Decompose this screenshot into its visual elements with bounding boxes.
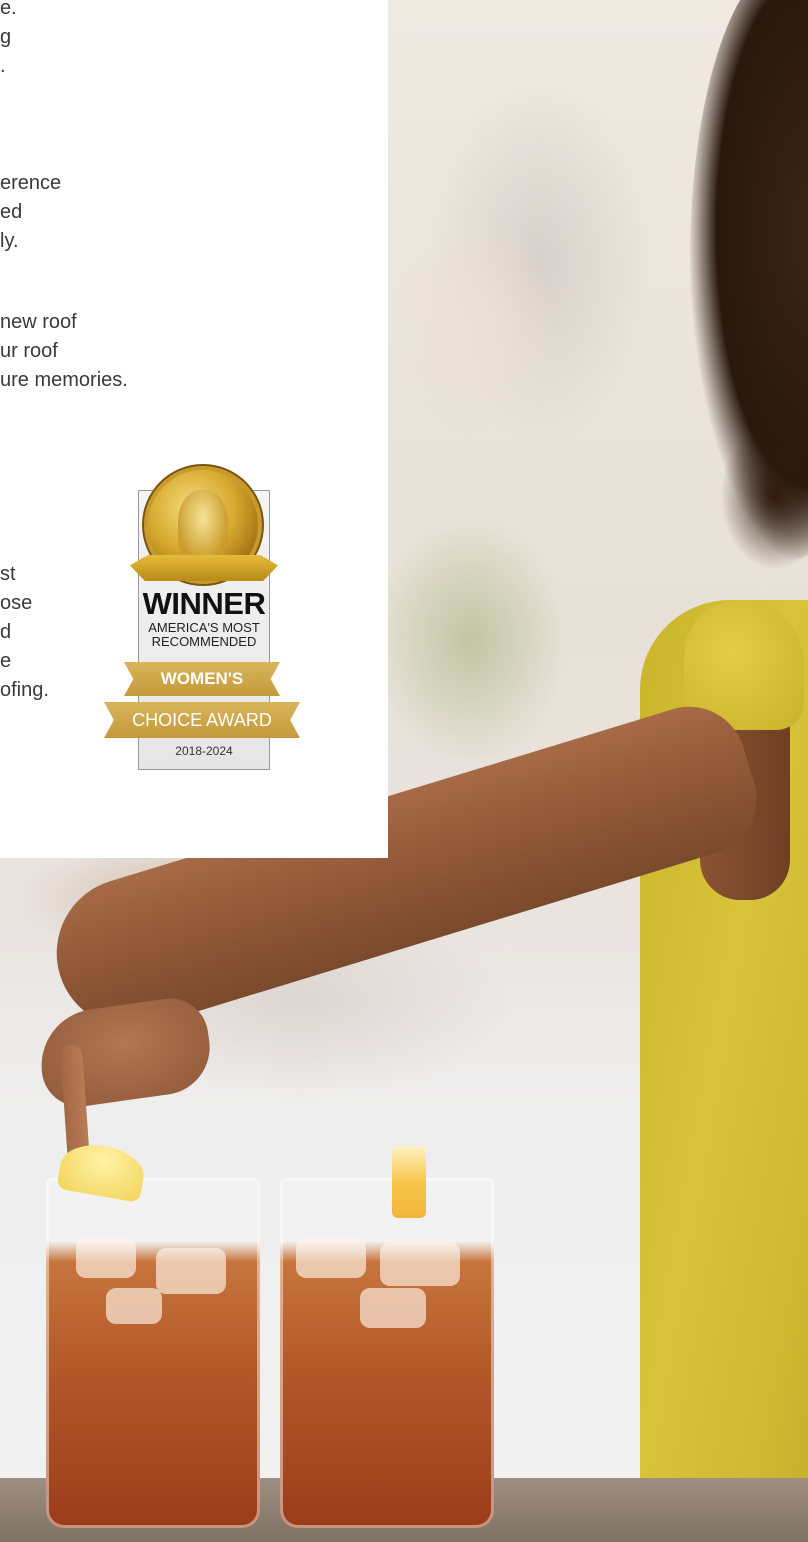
iced-tea-glass-left — [46, 1178, 260, 1528]
award-years: 2018-2024 — [175, 744, 233, 758]
award-ribbon-text-1: WOMEN'S — [160, 669, 244, 688]
medal-portrait-icon — [178, 490, 228, 562]
body-paragraph: st ose d e ofing. — [0, 563, 49, 701]
medal-ribbon — [130, 555, 278, 581]
award-ribbon-text-2: CHOICE AWARD — [132, 710, 272, 730]
lemon-wedge — [392, 1146, 426, 1218]
content-card: e. g . erence ed ly. new roof ur roof ur… — [0, 0, 388, 858]
body-paragraph: new roof ur roof ure memories. — [0, 311, 128, 391]
body-paragraph: e. g . — [0, 0, 17, 77]
award-winner-text: WINNER — [142, 586, 266, 621]
award-subtitle-line1: AMERICA'S MOST — [148, 620, 260, 635]
body-paragraph: erence ed ly. — [0, 172, 62, 252]
award-subtitle-line2: RECOMMENDED — [151, 634, 257, 649]
iced-tea-glass-right — [280, 1178, 494, 1528]
